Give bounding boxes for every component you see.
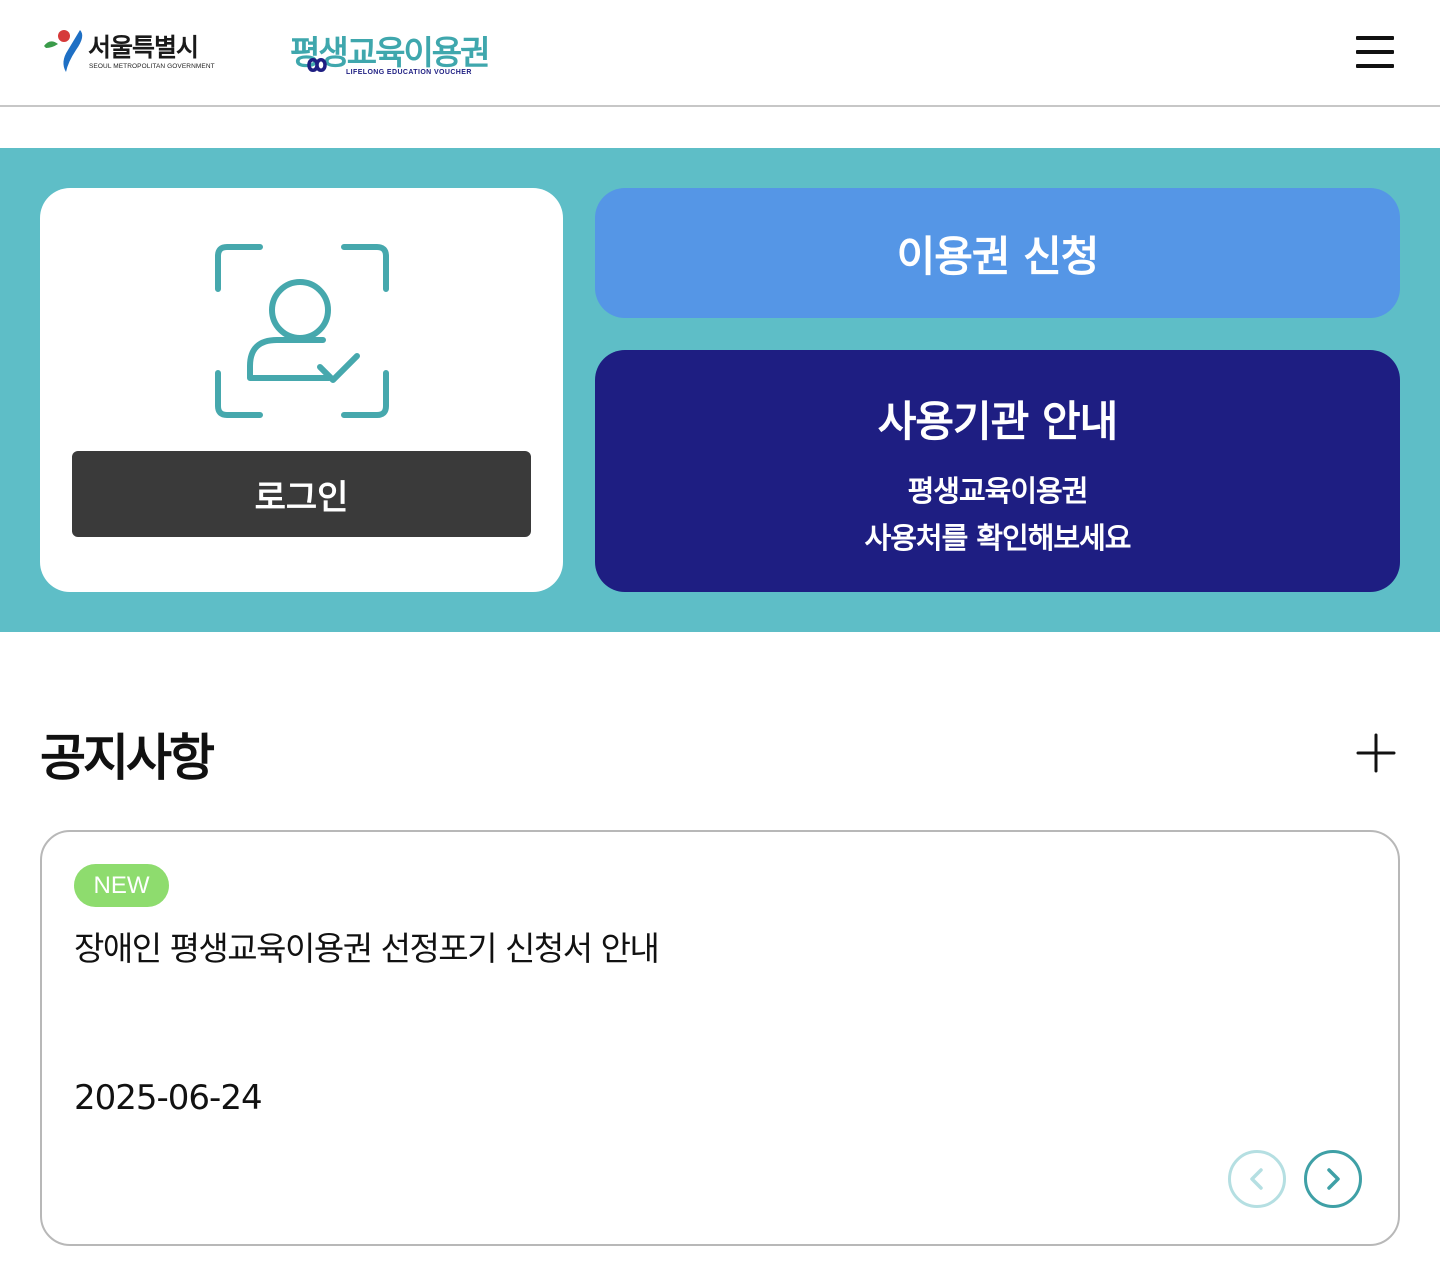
login-button[interactable]: 로그인	[72, 451, 531, 537]
guide-subtitle-line1: 평생교육이용권	[907, 474, 1089, 508]
notice-item-title[interactable]: 장애인 평생교육이용권 선정포기 신청서 안내	[74, 922, 660, 970]
chevron-right-icon[interactable]	[1304, 1150, 1362, 1208]
guide-title: 사용기관 안내	[877, 397, 1118, 446]
apply-voucher-button[interactable]: 이용권 신청	[595, 188, 1400, 318]
login-card: 로그인	[40, 188, 563, 592]
voucher-logo-subtitle: LIFELONG EDUCATION VOUCHER	[346, 69, 472, 76]
site-header: 서울특별시 SEOUL METROPOLITAN GOVERNMENT 평생교육…	[0, 0, 1440, 107]
new-badge: NEW	[74, 864, 169, 907]
hamburger-menu-icon[interactable]	[1356, 36, 1394, 68]
plus-icon[interactable]	[1356, 733, 1396, 773]
usage-institution-guide-button[interactable]: 사용기관 안내 평생교육이용권 사용처를 확인해보세요	[595, 350, 1400, 592]
seoul-mark-icon	[44, 30, 83, 72]
seoul-logo-text: 서울특별시	[88, 33, 199, 62]
hero-band: 로그인 이용권 신청 사용기관 안내 평생교육이용권 사용처를 확인해보세요	[0, 148, 1440, 632]
face-id-user-icon	[215, 244, 389, 418]
chevron-left-icon[interactable]	[1228, 1150, 1286, 1208]
notice-section-title: 공지사항	[40, 729, 215, 787]
voucher-logo[interactable]: 평생교육이용권 LIFELONG EDUCATION VOUCHER	[290, 26, 491, 80]
notice-item-date: 2025-06-24	[74, 1078, 263, 1118]
infinity-icon	[307, 58, 327, 72]
seoul-logo[interactable]: 서울특별시 SEOUL METROPOLITAN GOVERNMENT	[42, 26, 215, 76]
seoul-logo-subtitle: SEOUL METROPOLITAN GOVERNMENT	[89, 63, 215, 70]
notice-card[interactable]: NEW 장애인 평생교육이용권 선정포기 신청서 안내 2025-06-24	[40, 830, 1400, 1246]
guide-subtitle-line2: 사용처를 확인해보세요	[864, 521, 1132, 555]
